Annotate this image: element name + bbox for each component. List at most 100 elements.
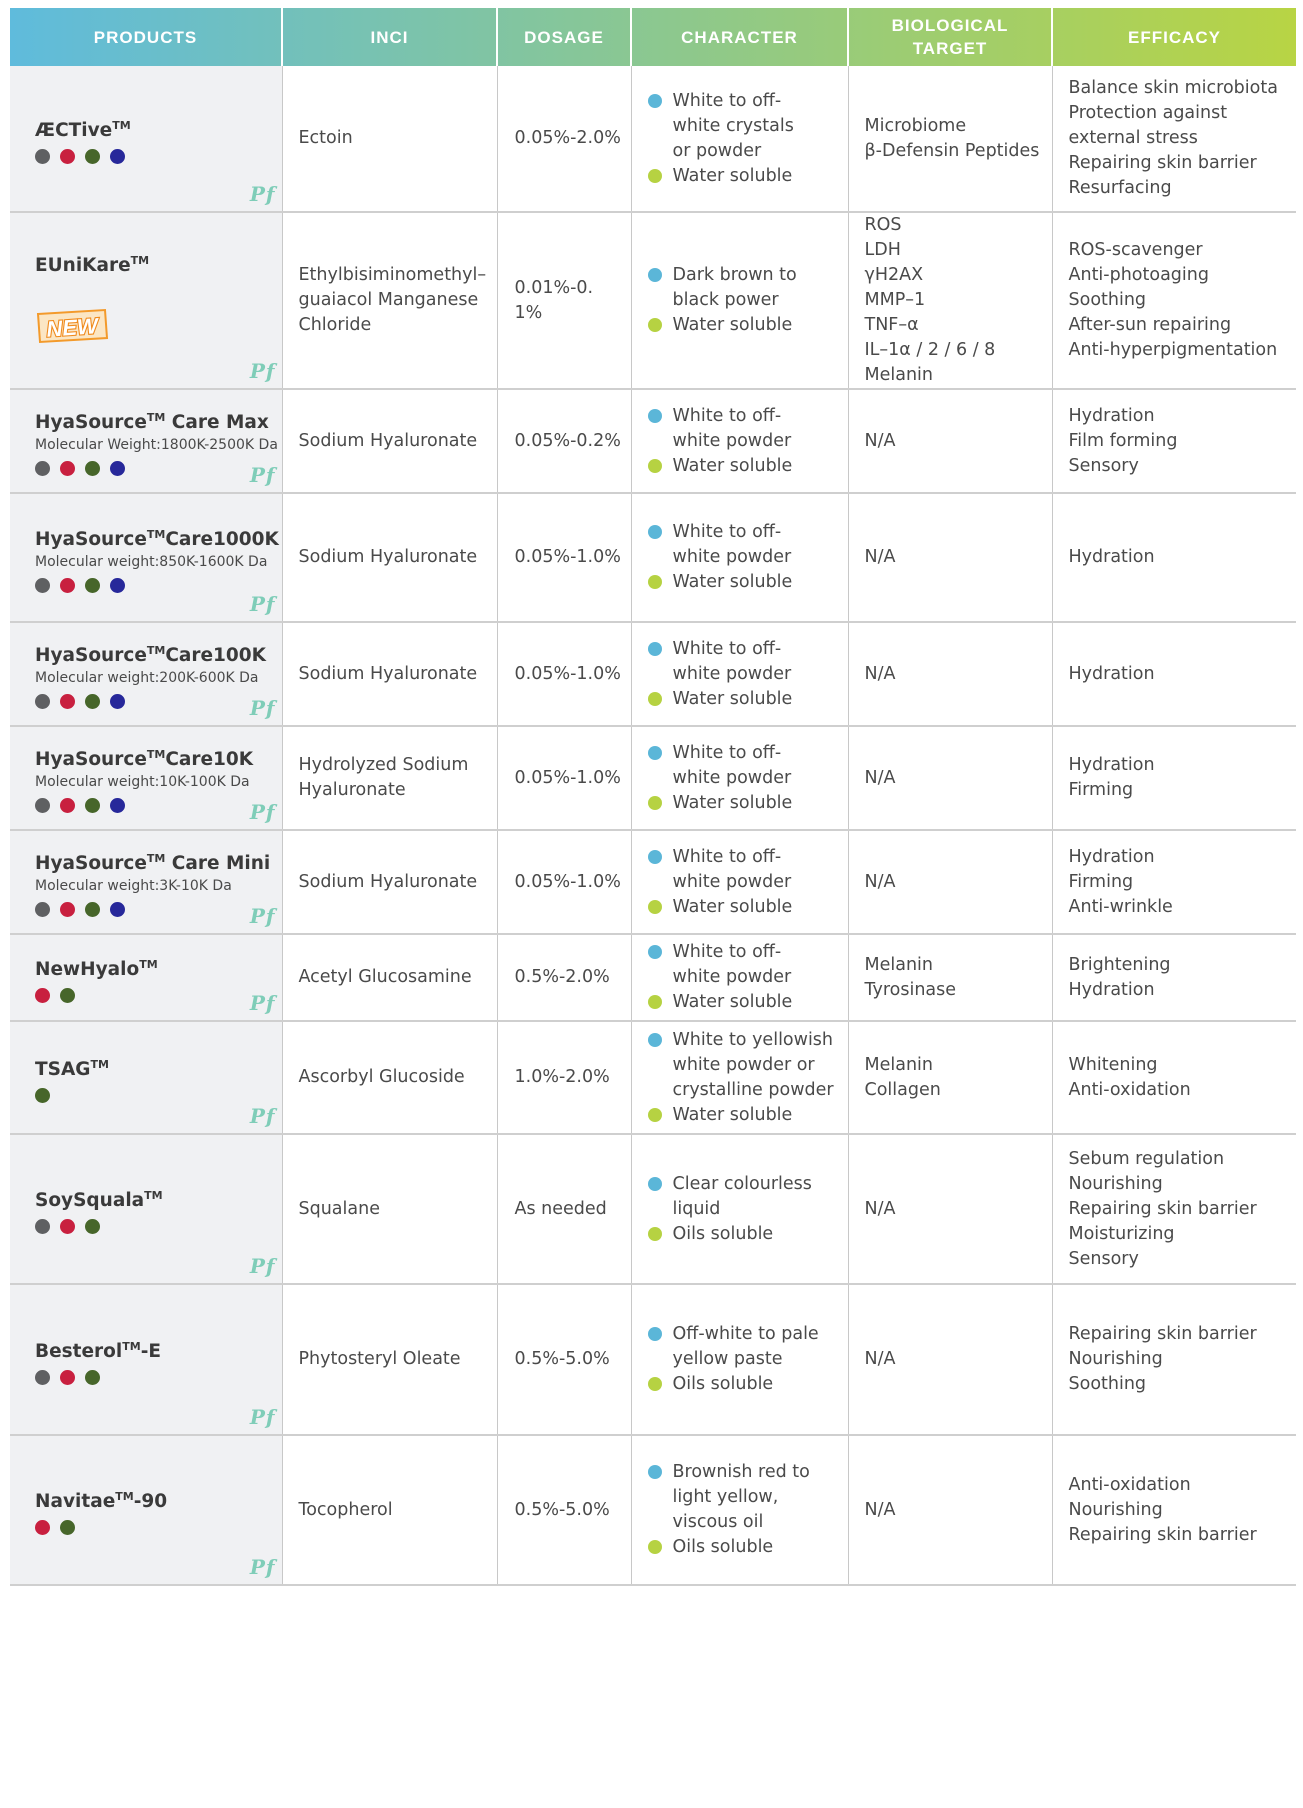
product-name: HyaSourceTMCare10K xyxy=(35,748,254,770)
table-row: HyaSourceTMCare100K Molecular weight:200… xyxy=(10,622,1296,727)
product-cell: ÆCTiveTM Pf xyxy=(10,66,283,213)
product-name: HyaSourceTM Care Max xyxy=(35,411,269,433)
table-header: PRODUCTS INCI DOSAGE CHARACTER BIOLOGICA… xyxy=(10,8,1296,66)
product-name: HyaSourceTM Care Mini xyxy=(35,852,271,874)
dosage-cell: 0.05%-1.0% xyxy=(497,493,632,623)
application-dot xyxy=(35,1087,50,1103)
application-dot xyxy=(60,694,75,709)
product-cell: TSAGTM Pf xyxy=(10,1021,283,1135)
pf-mark: Pf xyxy=(249,904,276,928)
table-body: ÆCTiveTM Pf Ectoin 0.05%-2.0% White to o… xyxy=(10,66,1296,1586)
biological-target-cell: Melanin Collagen xyxy=(848,1021,1053,1135)
application-dot xyxy=(85,461,100,476)
application-dots xyxy=(35,798,282,813)
efficacy-cell: Hydration Film forming Sensory xyxy=(1052,389,1296,494)
efficacy-cell: Hydration Firming Anti-wrinkle xyxy=(1052,830,1296,935)
dosage-cell: 0.05%-1.0% xyxy=(497,726,632,831)
character-cell: White to off-white powder Water soluble xyxy=(631,830,849,935)
pf-mark: Pf xyxy=(249,1104,276,1128)
application-dot xyxy=(110,694,125,709)
appearance-bullet: Off-white to pale yellow paste xyxy=(647,1322,832,1372)
table-row: NewHyaloTM Pf Acetyl Glucosamine 0.5%-2.… xyxy=(10,934,1296,1022)
dosage-cell: 0.5%-2.0% xyxy=(497,934,632,1022)
biological-target-cell: ROS LDH γH2AX MMP–1 TNF–α IL–1α / 2 / 6 / 8 Me… xyxy=(848,212,1053,390)
product-name: BesterolTM-E xyxy=(35,1339,162,1362)
application-dot xyxy=(110,798,125,813)
product-cell: HyaSourceTM Care Max Molecular Weight:18… xyxy=(10,389,283,494)
biological-target-cell: N/A xyxy=(848,389,1053,494)
product-cell: HyaSourceTMCare100K Molecular weight:200… xyxy=(10,622,283,727)
solubility-bullet: Water soluble xyxy=(647,990,832,1015)
appearance-bullet: White to off-white powder xyxy=(647,940,832,990)
table-row: NavitaeTM-90 Pf Tocopherol 0.5%-5.0% Bro… xyxy=(10,1435,1296,1586)
dosage-cell: 0.05%-0.2% xyxy=(497,389,632,494)
biological-target-cell: Microbiome β-Defensin Peptides xyxy=(848,66,1053,213)
pf-mark: Pf xyxy=(249,1254,276,1278)
product-cell: HyaSourceTMCare10K Molecular weight:10K-… xyxy=(10,726,283,831)
solubility-bullet: Water soluble xyxy=(647,570,832,595)
header-inci: INCI xyxy=(282,8,498,66)
solubility-bullet: Oils soluble xyxy=(647,1372,832,1397)
application-dot xyxy=(35,1219,50,1234)
efficacy-cell: Balance skin microbiota Protection agains… xyxy=(1052,66,1296,213)
application-dots xyxy=(35,1219,282,1234)
table-row: ÆCTiveTM Pf Ectoin 0.05%-2.0% White to o… xyxy=(10,66,1296,213)
product-cell: HyaSourceTMCare1000K Molecular weight:85… xyxy=(10,493,283,623)
character-cell: Off-white to pale yellow paste Oils solub… xyxy=(631,1284,849,1436)
product-cell: EUniKareTM NEW Pf xyxy=(10,212,283,390)
efficacy-cell: Sebum regulation Nourishing Repairing skin… xyxy=(1052,1134,1296,1285)
table-row: HyaSourceTM Care Max Molecular Weight:18… xyxy=(10,389,1296,494)
application-dot xyxy=(35,902,50,917)
table-row: HyaSourceTMCare10K Molecular weight:10K-… xyxy=(10,726,1296,831)
product-name: TSAGTM xyxy=(35,1057,109,1080)
inci-cell: Tocopherol xyxy=(282,1435,498,1586)
application-dots xyxy=(35,902,282,917)
application-dot xyxy=(85,694,100,709)
efficacy-cell: Hydration xyxy=(1052,493,1296,623)
application-dots xyxy=(35,1087,282,1103)
biological-target-cell: Melanin Tyrosinase xyxy=(848,934,1053,1022)
application-dot xyxy=(60,461,75,476)
table-row: HyaSourceTMCare1000K Molecular weight:85… xyxy=(10,493,1296,623)
inci-cell: Squalane xyxy=(282,1134,498,1285)
application-dot xyxy=(60,1219,75,1234)
application-dot xyxy=(35,1369,50,1385)
solubility-bullet: Water soluble xyxy=(647,164,832,189)
inci-cell: Ascorbyl Glucoside xyxy=(282,1021,498,1135)
biological-target-cell: N/A xyxy=(848,1134,1053,1285)
inci-cell: Acetyl Glucosamine xyxy=(282,934,498,1022)
product-name: HyaSourceTMCare1000K xyxy=(35,527,279,550)
header-biological-target: BIOLOGICAL TARGET xyxy=(848,8,1053,66)
application-dot xyxy=(60,1520,75,1535)
application-dot xyxy=(60,148,75,164)
dosage-cell: 0.5%-5.0% xyxy=(497,1435,632,1586)
inci-cell: Ectoin xyxy=(282,66,498,213)
inci-cell: Sodium Hyaluronate xyxy=(282,493,498,623)
inci-cell: Sodium Hyaluronate xyxy=(282,389,498,494)
efficacy-cell: Hydration xyxy=(1052,622,1296,727)
application-dots xyxy=(35,987,282,1003)
table-row: HyaSourceTM Care Mini Molecular weight:3… xyxy=(10,830,1296,935)
character-cell: Clear colourless liquid Oils soluble xyxy=(631,1134,849,1285)
application-dots xyxy=(35,1520,282,1535)
character-cell: White to off-white powder Water soluble xyxy=(631,389,849,494)
application-dot xyxy=(35,1520,50,1535)
solubility-bullet: Oils soluble xyxy=(647,1222,832,1247)
biological-target-cell: N/A xyxy=(848,726,1053,831)
product-cell: NavitaeTM-90 Pf xyxy=(10,1435,283,1586)
application-dot xyxy=(110,148,125,164)
product-name: SoySqualaTM xyxy=(35,1189,163,1211)
pf-mark: Pf xyxy=(249,592,276,616)
appearance-bullet: White to off-white powder xyxy=(647,520,832,570)
application-dot xyxy=(85,798,100,813)
application-dot xyxy=(110,577,125,593)
pf-mark: Pf xyxy=(249,463,276,487)
solubility-bullet: Water soluble xyxy=(647,1103,832,1128)
application-dot xyxy=(35,461,50,476)
appearance-bullet: Brownish red to light yellow, viscous oil xyxy=(647,1460,832,1535)
header-efficacy: EFFICACY xyxy=(1128,27,1221,47)
svg-text:NEW: NEW xyxy=(46,313,101,342)
application-dot xyxy=(110,461,125,476)
appearance-bullet: White to off-white powder xyxy=(647,637,832,687)
pf-mark: Pf xyxy=(249,800,276,824)
